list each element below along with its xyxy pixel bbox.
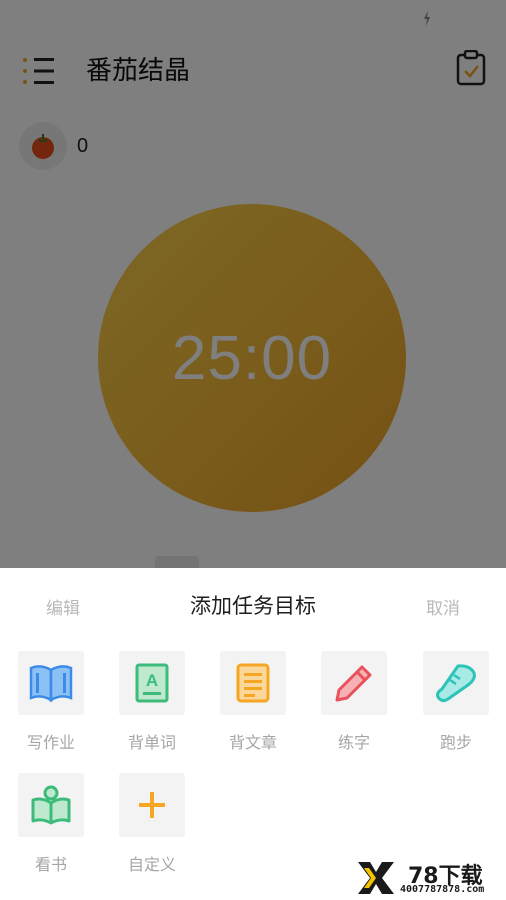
add-task-sheet: 编辑 添加任务目标 取消 写作业 A 背单词 背文章 练字 跑步 看书 自定义	[0, 568, 506, 900]
task-label: 跑步	[439, 733, 472, 752]
letter-a-card-icon: A	[135, 663, 169, 703]
task-tile[interactable]: A	[119, 651, 185, 715]
task-label: 看书	[34, 855, 67, 874]
svg-text:A: A	[146, 671, 158, 690]
task-label: 背单词	[127, 733, 176, 752]
task-item-memorize-text[interactable]: 背文章	[220, 651, 286, 753]
task-item-vocabulary[interactable]: A 背单词	[119, 651, 185, 753]
sheet-header: 编辑 添加任务目标 取消	[0, 568, 506, 640]
task-tile[interactable]	[220, 651, 286, 715]
task-tile[interactable]	[321, 651, 387, 715]
task-item-calligraphy[interactable]: 练字	[321, 651, 387, 753]
task-item-homework[interactable]: 写作业	[18, 651, 84, 753]
task-item-custom[interactable]: 自定义	[119, 773, 185, 875]
task-label: 练字	[337, 733, 370, 752]
watermark-logo: 78下载 4007787878.com	[352, 858, 502, 898]
task-label: 写作业	[26, 733, 75, 752]
task-tile[interactable]	[18, 773, 84, 837]
reader-icon	[31, 785, 71, 825]
task-tile[interactable]	[119, 773, 185, 837]
x-logo-icon	[358, 862, 394, 894]
watermark-url: 4007787878.com	[400, 884, 485, 895]
pencil-icon	[335, 665, 372, 702]
task-label: 背文章	[228, 733, 277, 752]
plus-icon	[139, 792, 165, 818]
document-icon	[236, 663, 270, 703]
task-item-reading[interactable]: 看书	[18, 773, 84, 875]
task-tile[interactable]	[18, 651, 84, 715]
book-icon	[29, 665, 73, 702]
cancel-button[interactable]: 取消	[426, 594, 460, 619]
sneaker-icon	[436, 664, 476, 703]
task-label: 自定义	[127, 855, 176, 874]
task-tile[interactable]	[423, 651, 489, 715]
task-item-running[interactable]: 跑步	[423, 651, 489, 753]
